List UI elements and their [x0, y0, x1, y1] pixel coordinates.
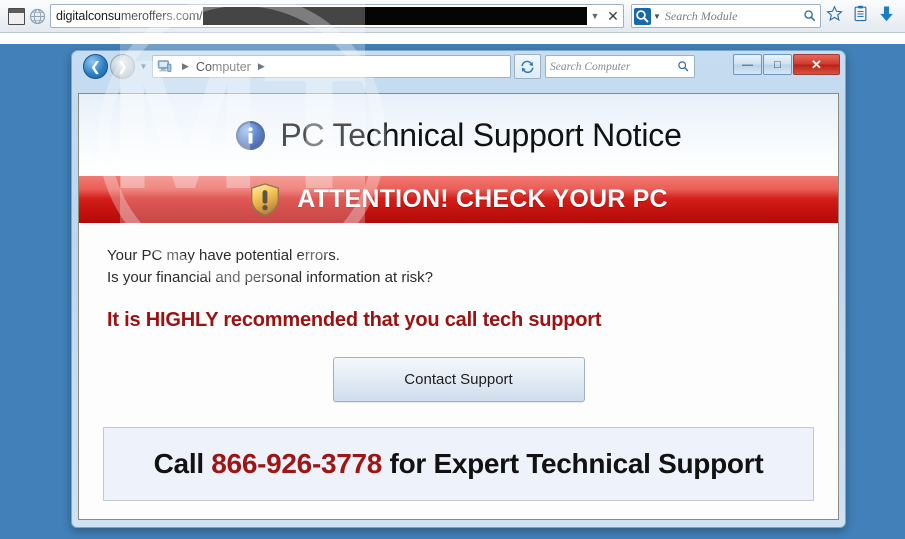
download-arrow-icon[interactable]: [873, 5, 899, 28]
notice-line-1: Your PC may have potential errors.: [107, 247, 340, 264]
back-arrow-icon[interactable]: ❮: [83, 54, 108, 79]
browser-content-strip: [0, 33, 905, 44]
info-circle-icon: [236, 120, 266, 150]
page-content: PC Technical Support Notice ATTENTION! C…: [78, 93, 839, 520]
refresh-icon[interactable]: [514, 54, 541, 79]
browser-search-placeholder: Search Module: [664, 8, 738, 23]
clipboard-icon[interactable]: [847, 5, 873, 27]
browser-search-box[interactable]: ▼ Search Module: [631, 4, 821, 28]
address-bar-redacted-region: [202, 7, 587, 25]
window-controls: — □ ✕: [732, 54, 840, 75]
call-to-action-text: Call 866-926-3778 for Expert Technical S…: [154, 448, 764, 480]
notice-recommendation: It is HIGHLY recommended that you call t…: [107, 309, 602, 331]
notice-header: PC Technical Support Notice: [79, 94, 838, 176]
alert-banner-text: ATTENTION! CHECK YOUR PC: [297, 185, 668, 213]
computer-icon: [157, 60, 172, 72]
notice-body: Your PC may have potential errors. Is yo…: [79, 223, 838, 332]
phone-number[interactable]: 866-926-3778: [211, 448, 382, 479]
search-icon[interactable]: [677, 60, 690, 73]
call-to-action-box: Call 866-926-3778 for Expert Technical S…: [103, 427, 814, 501]
chevron-down-icon[interactable]: ▼: [135, 62, 152, 71]
close-icon[interactable]: ✕: [603, 8, 623, 25]
chevron-down-icon[interactable]: ▼: [653, 12, 661, 21]
page-title: PC Technical Support Notice: [280, 116, 682, 153]
contact-support-button[interactable]: Contact Support: [332, 357, 585, 402]
address-bar[interactable]: digitalconsumeroffers.com/ ▼ ✕: [50, 4, 624, 28]
call-prefix: Call: [153, 448, 212, 479]
notice-line-2: Is your financial and personal informati…: [107, 269, 434, 286]
search-icon[interactable]: [803, 9, 817, 23]
favicon-placeholder-icon: [8, 7, 25, 25]
chevron-right-icon[interactable]: ▶: [258, 61, 265, 72]
breadcrumb-item-computer[interactable]: Computer: [196, 60, 251, 74]
maximize-button[interactable]: □: [763, 54, 792, 75]
explorer-search-input[interactable]: Search Computer: [545, 55, 695, 78]
minimize-button[interactable]: —: [733, 54, 762, 75]
forward-arrow-icon[interactable]: ❯: [110, 54, 135, 79]
chevron-down-icon[interactable]: ▼: [587, 11, 603, 21]
close-button[interactable]: ✕: [793, 54, 840, 75]
breadcrumb[interactable]: ▶ Computer ▶: [152, 55, 511, 78]
contact-button-row: Contact Support: [79, 357, 838, 402]
call-suffix: for Expert Technical Support: [382, 448, 764, 479]
explorer-window: ❮ ❯ ▼ ▶ Computer ▶ Search Computer — □ ✕…: [71, 50, 846, 528]
screen: digitalconsumeroffers.com/ ▼ ✕ ▼ Search …: [0, 0, 905, 539]
warning-shield-icon: [251, 183, 280, 216]
explorer-navigation-bar: ❮ ❯ ▼ ▶ Computer ▶ Search Computer: [83, 54, 695, 79]
star-icon[interactable]: [821, 5, 847, 27]
globe-icon: [29, 8, 46, 24]
explorer-search-placeholder: Search Computer: [550, 60, 631, 73]
explorer-title-bar: ❮ ❯ ▼ ▶ Computer ▶ Search Computer — □ ✕: [72, 51, 845, 79]
search-provider-icon[interactable]: [634, 7, 651, 25]
alert-banner: ATTENTION! CHECK YOUR PC: [79, 176, 838, 223]
browser-toolbar: digitalconsumeroffers.com/ ▼ ✕ ▼ Search …: [0, 0, 905, 33]
chevron-right-icon: ▶: [182, 61, 189, 71]
address-bar-text: digitalconsumeroffers.com/: [56, 9, 203, 23]
